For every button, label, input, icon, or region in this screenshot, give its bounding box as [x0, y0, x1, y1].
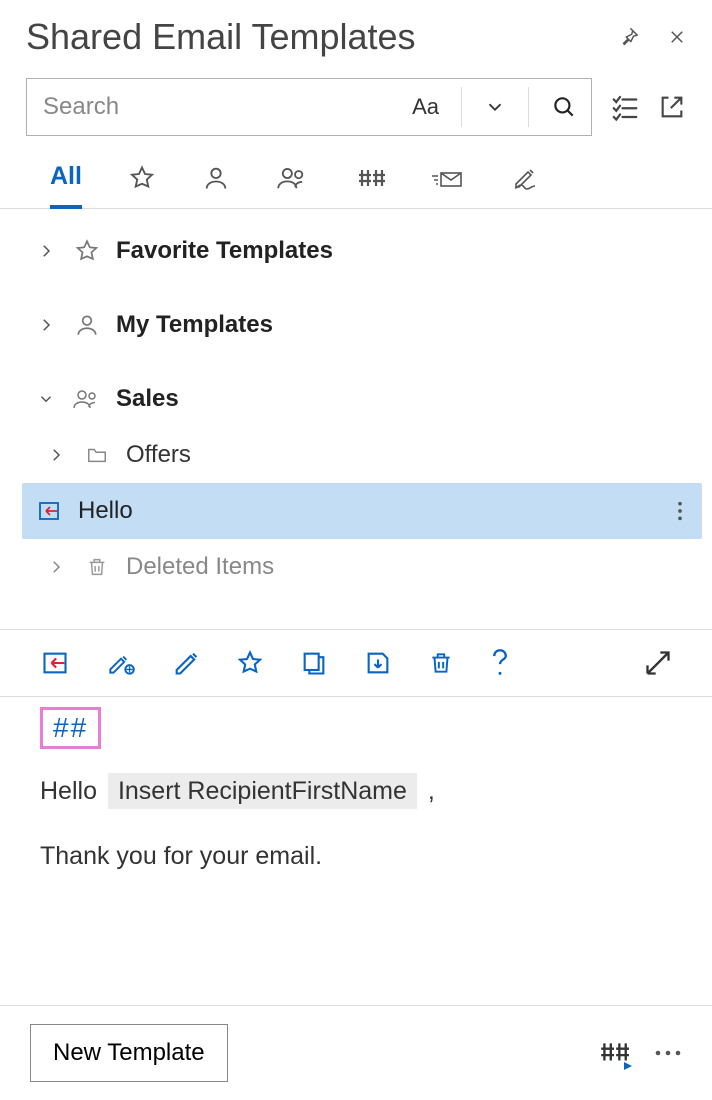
team-icon: [72, 387, 102, 411]
insert-template-icon: [34, 499, 64, 523]
chevron-right-icon: [34, 242, 58, 260]
search-box-controls: Aa: [412, 87, 577, 127]
delete-icon[interactable]: [428, 649, 454, 677]
folder-icon: [82, 444, 112, 466]
match-case-button[interactable]: Aa: [412, 94, 439, 120]
more-vertical-icon[interactable]: [676, 500, 702, 522]
close-icon[interactable]: [668, 28, 686, 46]
app-title: Shared Email Templates: [26, 16, 416, 58]
greeting-text: Hello: [40, 777, 97, 805]
edit-icon[interactable]: [172, 649, 200, 677]
search-input[interactable]: [41, 92, 412, 122]
bottom-bar: New Template: [0, 1005, 712, 1100]
template-tree: Favorite Templates My Templates Sales Of…: [0, 209, 712, 605]
template-preview: ## Hello Insert RecipientFirstName , Tha…: [0, 697, 712, 871]
tab-macros[interactable]: [356, 165, 386, 205]
filter-tabs: All: [0, 136, 712, 209]
more-horizontal-icon[interactable]: [654, 1048, 682, 1058]
chevron-right-icon: [44, 558, 68, 576]
macro-badge: ##: [40, 707, 101, 749]
preview-toolbar: [0, 630, 712, 696]
tab-favorites[interactable]: [128, 164, 156, 206]
chevron-down-icon[interactable]: [484, 96, 506, 118]
chevron-right-icon: [34, 316, 58, 334]
trash-icon: [82, 555, 112, 579]
chevron-right-icon: [44, 446, 68, 464]
comma: ,: [428, 777, 435, 805]
copy-icon[interactable]: [300, 649, 328, 677]
template-hello[interactable]: Hello: [22, 483, 702, 539]
tab-team[interactable]: [276, 164, 310, 206]
help-icon[interactable]: [490, 648, 510, 678]
edit-html-icon[interactable]: [106, 649, 136, 677]
search-row: Aa: [0, 66, 712, 136]
divider: [461, 87, 462, 127]
folder-deleted-items[interactable]: Deleted Items: [26, 539, 702, 595]
open-external-icon[interactable]: [658, 93, 686, 121]
preview-greeting-line: Hello Insert RecipientFirstName ,: [40, 777, 672, 806]
divider: [528, 87, 529, 127]
folder-label: Deleted Items: [126, 553, 274, 581]
folder-label: Offers: [126, 441, 191, 469]
preview-body-text: Thank you for your email.: [40, 842, 672, 871]
search-box: Aa: [26, 78, 592, 136]
search-icon[interactable]: [551, 94, 577, 120]
folder-label: Favorite Templates: [116, 237, 333, 265]
import-icon[interactable]: [364, 649, 392, 677]
tab-mailings[interactable]: [432, 165, 466, 205]
checklist-icon[interactable]: [610, 92, 640, 122]
titlebar: Shared Email Templates: [0, 0, 712, 66]
chevron-down-icon: [34, 390, 58, 408]
tab-all[interactable]: All: [50, 162, 82, 209]
star-icon: [72, 238, 102, 264]
tab-signatures[interactable]: [512, 165, 544, 205]
macro-placeholder: Insert RecipientFirstName: [108, 773, 417, 809]
folder-label: Sales: [116, 385, 179, 413]
folder-label: My Templates: [116, 311, 273, 339]
tab-personal[interactable]: [202, 164, 230, 206]
person-icon: [72, 312, 102, 338]
titlebar-actions: [618, 26, 686, 48]
folder-my-templates[interactable]: My Templates: [26, 297, 702, 353]
insert-icon[interactable]: [40, 649, 70, 677]
new-template-button[interactable]: New Template: [30, 1024, 228, 1082]
folder-sales[interactable]: Sales: [26, 371, 702, 427]
folder-offers[interactable]: Offers: [26, 427, 702, 483]
folder-favorite-templates[interactable]: Favorite Templates: [26, 223, 702, 279]
pin-icon[interactable]: [618, 26, 640, 48]
favorite-icon[interactable]: [236, 649, 264, 677]
expand-icon[interactable]: [644, 649, 672, 677]
template-label: Hello: [78, 497, 133, 525]
insert-macro-icon[interactable]: [598, 1039, 630, 1067]
